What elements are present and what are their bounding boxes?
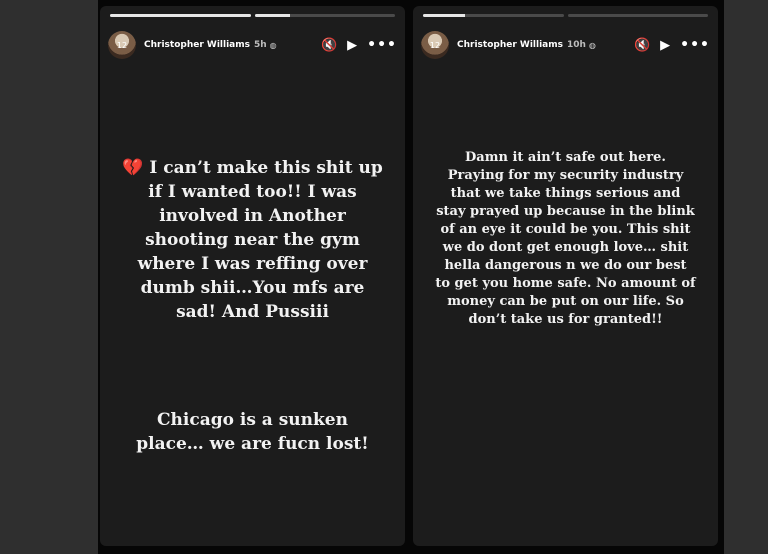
story-text-secondary: Chicago is a sunken place… we are fucn l…: [136, 410, 369, 454]
story-panel-1[interactable]: 12 Christopher Williams 5h ◍ 🔇 ▶ ••• 💔 I…: [100, 6, 405, 546]
globe-icon: ◍: [588, 40, 596, 50]
story-text-main: 💔 I can’t make this shit up if I wanted …: [122, 158, 383, 322]
story-text-main: Damn it ain’t safe out here. Praying for…: [435, 150, 696, 327]
speaker-mute-icon[interactable]: 🔇: [634, 39, 650, 52]
play-icon[interactable]: ▶: [660, 39, 670, 52]
more-icon[interactable]: •••: [680, 38, 710, 52]
progress-segment-2: [567, 14, 708, 17]
progress-segment-1: [110, 14, 251, 17]
side-gutter-left: [0, 0, 98, 554]
avatar[interactable]: 12: [421, 31, 449, 59]
story-controls: 🔇 ▶ •••: [634, 38, 710, 52]
more-icon[interactable]: •••: [367, 38, 397, 52]
author-name[interactable]: Christopher Williams: [144, 40, 250, 50]
story-header: 12 Christopher Williams 10h ◍ 🔇 ▶ •••: [421, 28, 710, 62]
author-name[interactable]: Christopher Williams: [457, 40, 563, 50]
post-time: 10h: [566, 40, 586, 50]
story-header: 12 Christopher Williams 5h ◍ 🔇 ▶ •••: [108, 28, 397, 62]
globe-icon: ◍: [269, 40, 277, 50]
progress-segment-1: [423, 14, 564, 17]
broken-heart-icon: 💔: [122, 158, 144, 178]
story-panel-2[interactable]: 12 Christopher Williams 10h ◍ 🔇 ▶ ••• Da…: [413, 6, 718, 546]
story-controls: 🔇 ▶ •••: [321, 38, 397, 52]
side-gutter-right: [724, 0, 768, 554]
play-icon[interactable]: ▶: [347, 39, 357, 52]
story-progress-bar: [110, 14, 395, 17]
post-time: 5h: [253, 40, 267, 50]
avatar[interactable]: 12: [108, 31, 136, 59]
progress-segment-2: [254, 14, 395, 17]
speaker-mute-icon[interactable]: 🔇: [321, 39, 337, 52]
story-progress-bar: [423, 14, 708, 17]
